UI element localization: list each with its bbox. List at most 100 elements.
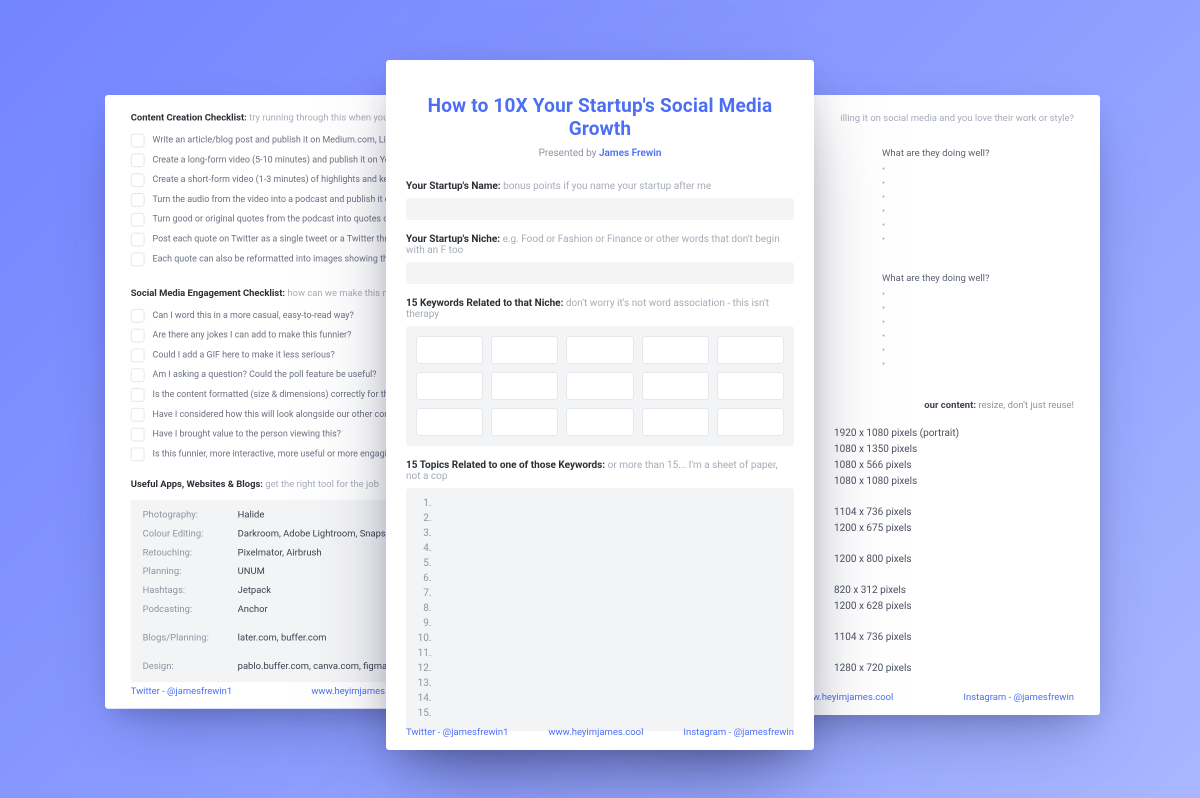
bullet-line: [882, 191, 1074, 205]
bullet-line: [882, 316, 1074, 330]
topic-line[interactable]: [434, 616, 782, 631]
keyword-input[interactable]: [416, 372, 483, 400]
checkbox[interactable]: [131, 309, 145, 323]
field-label: Your Startup's Niche: e.g. Food or Fashi…: [406, 234, 794, 256]
keyword-input[interactable]: [566, 372, 633, 400]
topic-line[interactable]: [434, 556, 782, 571]
tool-category: Colour Editing:: [143, 529, 228, 540]
checkbox[interactable]: [131, 348, 145, 362]
page-title: How to 10X Your Startup's Social Media G…: [406, 94, 794, 140]
bullet-line: [882, 163, 1074, 177]
keywords-grid: [406, 326, 794, 446]
resize-heading-hint: resize, don't just reuse!: [978, 400, 1074, 411]
label-text: Your Startup's Name:: [406, 181, 501, 192]
heading-text: Content Creation Checklist:: [131, 113, 247, 124]
label-hint: bonus points if you name your startup af…: [503, 181, 711, 192]
topic-line[interactable]: [434, 586, 782, 601]
topic-line[interactable]: [434, 526, 782, 541]
dimension-value: 1200 x 675 pixels: [834, 523, 1074, 534]
topic-line[interactable]: [434, 541, 782, 556]
tool-category: Retouching:: [143, 547, 228, 558]
dimensions-list: 1920 x 1080 pixels (portrait)1080 x 1350…: [834, 423, 1074, 679]
keyword-input[interactable]: [717, 408, 784, 436]
checkbox[interactable]: [131, 233, 145, 247]
checkbox[interactable]: [131, 428, 145, 442]
resize-heading-bold: our content:: [924, 400, 976, 411]
keyword-input[interactable]: [717, 336, 784, 364]
keyword-input[interactable]: [566, 408, 633, 436]
keyword-input[interactable]: [642, 408, 709, 436]
topic-line[interactable]: [434, 571, 782, 586]
doing-well-bullets-2: [882, 288, 1074, 372]
topic-line[interactable]: [434, 601, 782, 616]
doing-well-heading: What are they doing well?: [882, 273, 1074, 284]
dimension-value: 1080 x 1080 pixels: [834, 476, 1074, 487]
footer-instagram-link[interactable]: Instagram - @jamesfrewin: [683, 727, 794, 738]
topic-line[interactable]: [434, 676, 782, 691]
presented-prefix: Presented by: [539, 148, 599, 159]
footer-instagram-link[interactable]: Instagram - @jamesfrewin: [963, 692, 1074, 703]
checkbox[interactable]: [131, 368, 145, 382]
checkbox[interactable]: [131, 153, 145, 167]
checkbox[interactable]: [131, 447, 145, 461]
doing-well-heading: What are they doing well?: [882, 148, 1074, 159]
topic-line[interactable]: [434, 646, 782, 661]
dimension-value: 1280 x 720 pixels: [834, 663, 1074, 674]
heading-text: Social Media Engagement Checklist:: [131, 288, 285, 299]
tool-category: Podcasting:: [143, 604, 228, 615]
keyword-input[interactable]: [642, 336, 709, 364]
topic-line[interactable]: [434, 661, 782, 676]
field-label: 15 Topics Related to one of those Keywor…: [406, 460, 794, 482]
keyword-input[interactable]: [491, 336, 558, 364]
keyword-input[interactable]: [566, 336, 633, 364]
checkbox[interactable]: [131, 388, 145, 402]
bullet-line: [882, 344, 1074, 358]
keyword-input[interactable]: [642, 372, 709, 400]
startup-name-input[interactable]: [406, 198, 794, 220]
dimension-value: 820 x 312 pixels: [834, 585, 1074, 596]
checklist-item-label: Have I brought value to the person viewi…: [153, 428, 341, 442]
checkbox[interactable]: [131, 134, 145, 148]
footer-site-link[interactable]: www.heyimjames.cool: [548, 727, 643, 738]
topic-line[interactable]: [434, 511, 782, 526]
page-footer: Twitter - @jamesfrewin1 www.heyimjames.c…: [386, 727, 814, 738]
checkbox[interactable]: [131, 252, 145, 266]
tool-category: Blogs/Planning:: [143, 633, 228, 644]
bullet-line: [882, 358, 1074, 372]
dimension-value: 1104 x 736 pixels: [834, 632, 1074, 643]
keyword-input[interactable]: [717, 372, 784, 400]
bullet-line: [882, 330, 1074, 344]
dimension-value: 1104 x 736 pixels: [834, 507, 1074, 518]
tool-category: Photography:: [143, 510, 228, 521]
checkbox[interactable]: [131, 213, 145, 227]
topic-line[interactable]: [434, 691, 782, 706]
label-text: 15 Topics Related to one of those Keywor…: [406, 460, 605, 471]
tool-category: Hashtags:: [143, 585, 228, 596]
topic-line[interactable]: [434, 631, 782, 646]
keyword-input[interactable]: [491, 408, 558, 436]
startup-niche-input[interactable]: [406, 262, 794, 284]
doing-well-bullets-1: [882, 163, 1074, 247]
topic-line[interactable]: [434, 706, 782, 721]
keyword-input[interactable]: [416, 408, 483, 436]
checkbox[interactable]: [131, 173, 145, 187]
footer-twitter-link[interactable]: Twitter - @jamesfrewin1: [131, 686, 232, 697]
dimension-value: 1080 x 1350 pixels: [834, 444, 1074, 455]
checkbox[interactable]: [131, 193, 145, 207]
checklist-item-label: Am I asking a question? Could the poll f…: [153, 368, 377, 382]
bullet-line: [882, 302, 1074, 316]
heading-text: Useful Apps, Websites & Blogs:: [131, 479, 263, 490]
checkbox[interactable]: [131, 408, 145, 422]
heading-hint: get the right tool for the job: [265, 479, 379, 490]
bullet-line: [882, 205, 1074, 219]
keyword-input[interactable]: [491, 372, 558, 400]
dimension-value: 1200 x 628 pixels: [834, 601, 1074, 612]
checkbox[interactable]: [131, 329, 145, 343]
tool-category: Planning:: [143, 566, 228, 577]
bullet-line: [882, 177, 1074, 191]
keyword-input[interactable]: [416, 336, 483, 364]
resize-heading: our content: resize, don't just reuse!: [924, 400, 1074, 411]
field-label: Your Startup's Name: bonus points if you…: [406, 181, 794, 192]
footer-twitter-link[interactable]: Twitter - @jamesfrewin1: [406, 727, 508, 738]
topic-line[interactable]: [434, 496, 782, 511]
